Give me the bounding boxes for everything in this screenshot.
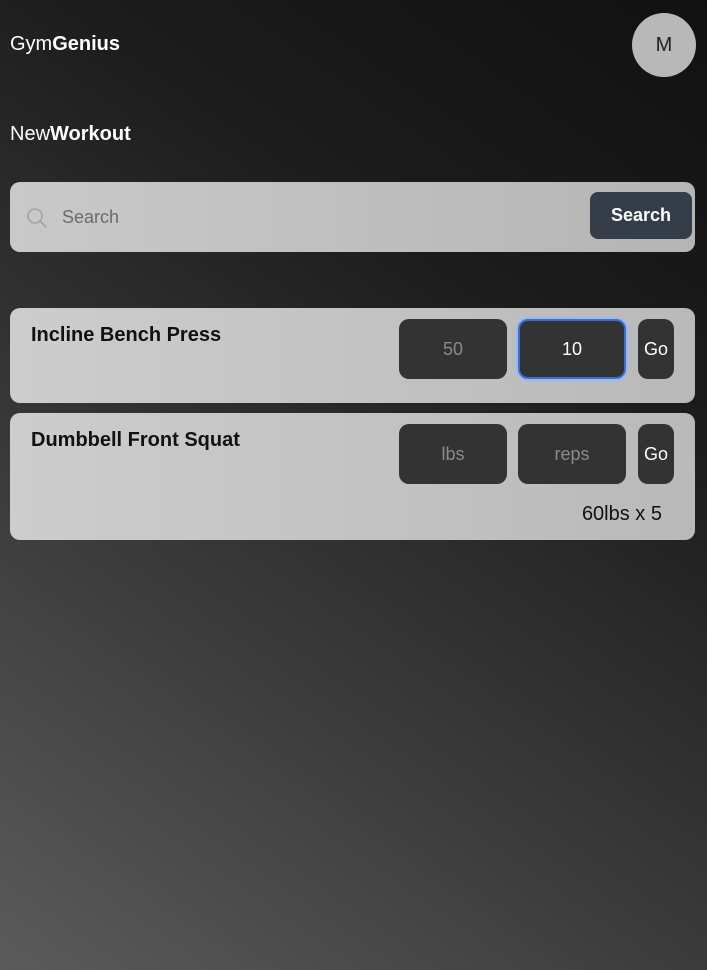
- page-title-bold: Workout: [50, 123, 131, 145]
- brand-bold: Genius: [52, 33, 121, 55]
- search-input[interactable]: [62, 199, 562, 235]
- brand-light: Gym: [10, 33, 53, 55]
- page-title-light: New: [10, 123, 51, 145]
- exercise-card: Dumbbell Front Squat Go 60lbs x 5: [10, 413, 695, 540]
- exercise-name: Incline Bench Press: [31, 324, 222, 346]
- page-title: NewWorkout: [10, 123, 131, 146]
- app-logo: GymGenius: [10, 33, 120, 56]
- lbs-input[interactable]: [399, 319, 507, 379]
- reps-input[interactable]: [518, 319, 626, 379]
- go-button[interactable]: Go: [638, 424, 674, 484]
- exercise-name: Dumbbell Front Squat: [31, 429, 240, 451]
- search-icon: [27, 208, 47, 228]
- avatar-initial: M: [655, 33, 673, 56]
- last-set-label: 60lbs x 5: [581, 503, 662, 525]
- search-bar: Search: [10, 182, 695, 252]
- lbs-input[interactable]: [399, 424, 507, 484]
- exercise-card: Incline Bench Press Go: [10, 308, 695, 403]
- reps-input[interactable]: [518, 424, 626, 484]
- search-button[interactable]: Search: [590, 192, 692, 239]
- go-button[interactable]: Go: [638, 319, 674, 379]
- avatar[interactable]: M: [632, 13, 696, 77]
